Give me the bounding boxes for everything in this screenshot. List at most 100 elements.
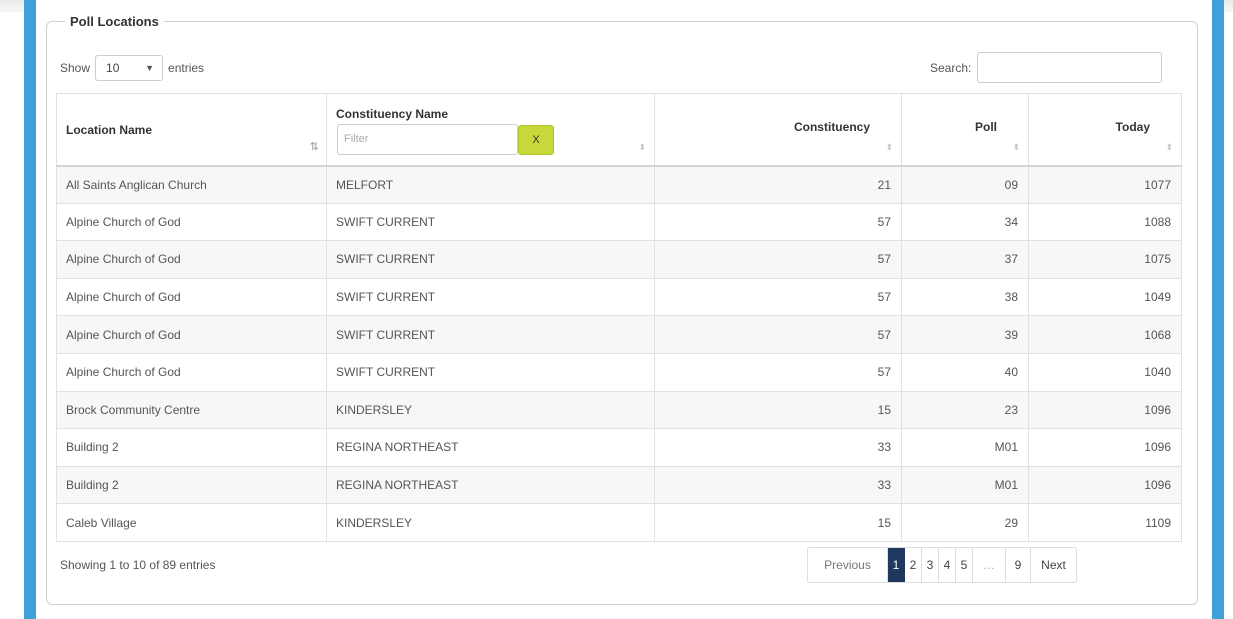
column-header-constituency-name[interactable]: Constituency Name Filter X ⬍ (326, 93, 655, 167)
table-info: Showing 1 to 10 of 89 entries (60, 558, 216, 572)
cell-location-name: Building 2 (56, 465, 327, 505)
cell-constituency: 21 (654, 165, 902, 204)
cell-location-name: Caleb Village (56, 503, 327, 542)
cell-today: 1049 (1028, 277, 1182, 317)
cell-poll: M01 (901, 465, 1029, 505)
next-page-button[interactable]: Next (1031, 548, 1076, 582)
cell-poll: 34 (901, 202, 1029, 242)
page-button-2[interactable]: 2 (905, 548, 922, 582)
table-row[interactable]: Alpine Church of God SWIFT CURRENT 57 34… (56, 202, 1182, 242)
entries-per-page-value: 10 (106, 61, 120, 75)
cell-constituency-name: REGINA NORTHEAST (326, 465, 655, 505)
sort-icon: ⬍ (1165, 141, 1173, 152)
poll-locations-table: Location Name ⇅ Constituency Name Filter… (56, 93, 1182, 542)
right-frame-border (1212, 0, 1224, 619)
entries-per-page-select[interactable]: 10 ▼ (95, 55, 164, 81)
length-menu: Show 10 ▼ entries (60, 55, 204, 81)
sort-icon: ⬍ (885, 141, 893, 152)
table-row[interactable]: All Saints Anglican Church MELFORT 21 09… (56, 165, 1182, 204)
chevron-down-icon: ▼ (145, 63, 155, 73)
cell-today: 1096 (1028, 465, 1182, 505)
cell-location-name: Building 2 (56, 428, 327, 467)
cell-today: 1096 (1028, 390, 1182, 430)
table-header-row: Location Name ⇅ Constituency Name Filter… (56, 93, 1182, 167)
cell-today: 1096 (1028, 428, 1182, 467)
cell-location-name: Alpine Church of God (56, 240, 327, 279)
cell-poll: 23 (901, 390, 1029, 430)
cell-today: 1077 (1028, 165, 1182, 204)
cell-constituency: 15 (654, 390, 902, 430)
cell-poll: 39 (901, 315, 1029, 354)
table-row[interactable]: Alpine Church of God SWIFT CURRENT 57 38… (56, 277, 1182, 317)
search-input[interactable] (977, 52, 1163, 83)
cell-constituency-name: REGINA NORTHEAST (326, 428, 655, 467)
cell-poll: 40 (901, 352, 1029, 392)
pagination-ellipsis: … (973, 548, 1006, 582)
length-menu-suffix: entries (168, 61, 205, 75)
column-header-constituency[interactable]: Constituency ⬍ (654, 93, 902, 167)
page-button-1[interactable]: 1 (888, 548, 905, 582)
cell-today: 1040 (1028, 352, 1182, 392)
table-row[interactable]: Alpine Church of God SWIFT CURRENT 57 37… (56, 240, 1182, 279)
table-row[interactable]: Alpine Church of God SWIFT CURRENT 57 39… (56, 315, 1182, 354)
cell-constituency-name: SWIFT CURRENT (326, 352, 655, 392)
cell-constituency: 33 (654, 465, 902, 505)
previous-page-button[interactable]: Previous (808, 548, 888, 582)
cell-poll: M01 (901, 428, 1029, 467)
cell-constituency-name: SWIFT CURRENT (326, 240, 655, 279)
cell-constituency: 57 (654, 352, 902, 392)
panel-legend: Poll Locations (70, 14, 159, 29)
sort-ascending-icon: ⇅ (309, 140, 319, 153)
length-menu-prefix: Show (60, 61, 91, 75)
search-label: Search: (930, 60, 972, 75)
cell-poll: 09 (901, 165, 1029, 204)
cell-constituency-name: MELFORT (326, 165, 655, 204)
cell-constituency-name: SWIFT CURRENT (326, 202, 655, 242)
page-button-4[interactable]: 4 (939, 548, 956, 582)
cell-constituency: 57 (654, 277, 902, 317)
cell-location-name: All Saints Anglican Church (56, 165, 327, 204)
column-label-poll: Poll (974, 120, 997, 134)
pagination: Previous 1 2 3 4 5 … 9 Next (807, 547, 1077, 583)
cell-today: 1068 (1028, 315, 1182, 354)
clear-filter-button[interactable]: X (518, 125, 554, 155)
cell-constituency: 33 (654, 428, 902, 467)
table-row[interactable]: Caleb Village KINDERSLEY 15 29 1109 (56, 503, 1182, 542)
cell-constituency-name: SWIFT CURRENT (326, 315, 655, 354)
cell-poll: 29 (901, 503, 1029, 542)
column-header-poll[interactable]: Poll ⬍ (901, 93, 1029, 167)
cell-today: 1109 (1028, 503, 1182, 542)
cell-constituency-name: KINDERSLEY (326, 390, 655, 430)
cell-poll: 37 (901, 240, 1029, 279)
page-button-3[interactable]: 3 (922, 548, 939, 582)
table-row[interactable]: Building 2 REGINA NORTHEAST 33 M01 1096 (56, 428, 1182, 467)
column-label-constituency: Constituency (793, 120, 870, 134)
cell-today: 1088 (1028, 202, 1182, 242)
sort-icon: ⬍ (638, 141, 646, 152)
search-bar: Search: (930, 52, 1163, 83)
cell-constituency-name: KINDERSLEY (326, 503, 655, 542)
table-row[interactable]: Brock Community Centre KINDERSLEY 15 23 … (56, 390, 1182, 430)
constituency-filter-input[interactable]: Filter (337, 124, 518, 155)
left-frame-border (24, 0, 36, 619)
page-button-5[interactable]: 5 (956, 548, 973, 582)
cell-location-name: Brock Community Centre (56, 390, 327, 430)
cell-constituency: 57 (654, 315, 902, 354)
cell-constituency: 15 (654, 503, 902, 542)
cell-constituency: 57 (654, 202, 902, 242)
column-label-location: Location Name (66, 123, 153, 137)
cell-today: 1075 (1028, 240, 1182, 279)
cell-location-name: Alpine Church of God (56, 352, 327, 392)
column-header-today[interactable]: Today ⬍ (1028, 93, 1182, 167)
cell-location-name: Alpine Church of God (56, 277, 327, 317)
page-button-9[interactable]: 9 (1006, 548, 1031, 582)
cell-poll: 38 (901, 277, 1029, 317)
table-row[interactable]: Alpine Church of God SWIFT CURRENT 57 40… (56, 352, 1182, 392)
column-header-location[interactable]: Location Name ⇅ (56, 93, 327, 167)
table-row[interactable]: Building 2 REGINA NORTHEAST 33 M01 1096 (56, 465, 1182, 505)
cell-location-name: Alpine Church of God (56, 315, 327, 354)
cell-constituency-name: SWIFT CURRENT (326, 277, 655, 317)
cell-constituency: 57 (654, 240, 902, 279)
column-label-constituency-name: Constituency Name (336, 107, 449, 121)
cell-location-name: Alpine Church of God (56, 202, 327, 242)
